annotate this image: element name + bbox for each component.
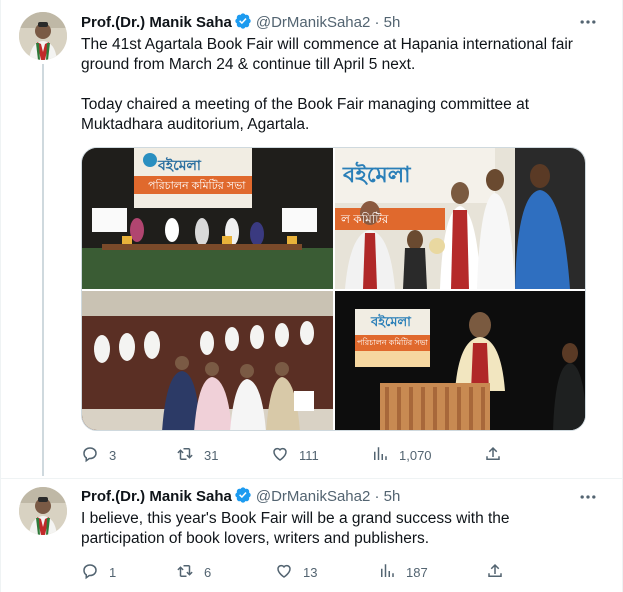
photo-1-banner: বইমেলা [158,157,201,173]
photo-4-banner: বইমেলা [371,314,411,329]
like-count: 13 [303,565,318,580]
more-icon[interactable] [578,12,598,32]
photo-2-banner: বইমেলা [343,162,411,187]
tweet-text: I believe, this year's Book Fair will be… [81,509,596,549]
like-icon [271,445,289,466]
retweet-icon [176,562,194,583]
tweet-header: Prof.(Dr.) Manik Saha @DrManikSaha2 · 5h [81,12,400,36]
author-handle[interactable]: @DrManikSaha2 [256,14,370,31]
verified-badge-icon [234,486,252,510]
share-button[interactable] [486,562,504,583]
timestamp[interactable]: 5h [384,14,401,31]
tweet-actions: 1 6 13 187 [81,562,586,582]
retweet-count: 6 [204,565,212,580]
like-button[interactable]: 13 [275,562,317,583]
views-button[interactable]: 1,070 [371,445,432,466]
author-name[interactable]: Prof.(Dr.) Manik Saha [81,488,232,505]
like-button[interactable]: 111 [271,445,319,466]
media-grid: বইমেলা পরিচালন কমিটির সভা বইমেলা ল কমিটি… [81,147,586,431]
views-count: 187 [406,565,428,580]
views-icon [371,445,389,466]
retweet-count: 31 [204,448,219,463]
views-icon [378,562,396,583]
photo-1-subtitle: পরিচালন কমিটির সভা [148,180,246,192]
timestamp[interactable]: 5h [384,488,401,505]
reply-icon [81,562,99,583]
retweet-icon [176,445,194,466]
author-name[interactable]: Prof.(Dr.) Manik Saha [81,14,232,31]
avatar[interactable] [19,12,67,60]
tweet-paragraph-1: The 41st Agartala Book Fair will commenc… [81,36,573,73]
tweet-2[interactable]: Prof.(Dr.) Manik Saha @DrManikSaha2 · 5h … [1,479,623,592]
tweet-text: The 41st Agartala Book Fair will commenc… [81,35,596,135]
tweet-paragraph-1: I believe, this year's Book Fair will be… [81,510,510,547]
author-handle[interactable]: @DrManikSaha2 [256,488,370,505]
separator-dot: · [374,488,380,505]
avatar[interactable] [19,487,67,535]
retweet-button[interactable]: 31 [176,445,218,466]
like-icon [275,562,293,583]
photo-4-subtitle: পরিচালন কমিটির সভা [357,338,428,347]
separator-dot: · [374,14,380,31]
photo-1[interactable]: বইমেলা পরিচালন কমিটির সভা [82,148,333,289]
tweet-paragraph-2: Today chaired a meeting of the Book Fair… [81,96,530,133]
thread-line [42,64,44,476]
tweet-actions: 3 31 111 1,070 [81,445,586,465]
more-icon[interactable] [578,487,598,507]
tweet-1[interactable]: Prof.(Dr.) Manik Saha @DrManikSaha2 · 5h … [1,0,623,478]
reply-count: 1 [109,565,117,580]
share-button[interactable] [484,445,502,466]
retweet-button[interactable]: 6 [176,562,211,583]
reply-count: 3 [109,448,117,463]
share-icon [484,445,502,466]
photo-2-subtitle: ল কমিটির [341,212,389,226]
like-count: 111 [299,448,319,463]
reply-button[interactable]: 3 [81,445,116,466]
tweet-header: Prof.(Dr.) Manik Saha @DrManikSaha2 · 5h [81,486,400,510]
views-count: 1,070 [399,448,432,463]
views-button[interactable]: 187 [378,562,428,583]
timeline: Prof.(Dr.) Manik Saha @DrManikSaha2 · 5h … [0,0,623,592]
share-icon [486,562,504,583]
photo-4[interactable]: বইমেলা পরিচালন কমিটির সভা [335,291,585,430]
verified-badge-icon [234,12,252,36]
reply-icon [81,445,99,466]
photo-2[interactable]: বইমেলা ল কমিটির [335,148,585,289]
reply-button[interactable]: 1 [81,562,116,583]
photo-3[interactable] [82,291,333,430]
